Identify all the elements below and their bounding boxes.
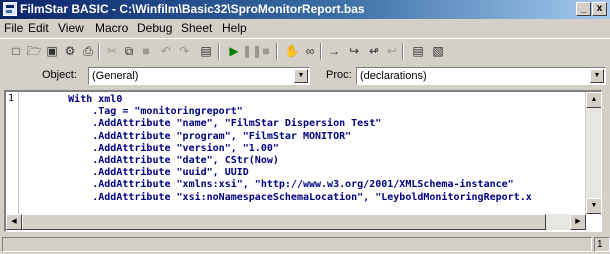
chevron-down-icon[interactable]: ▼ — [294, 69, 308, 83]
code-area[interactable]: With xml0 .Tag = "monitoringreport" .Add… — [20, 94, 585, 214]
proc-select[interactable]: (declarations) ▼ — [356, 67, 606, 85]
proc-value: (declarations) — [360, 70, 427, 82]
scroll-left-icon[interactable]: ◀ — [6, 214, 22, 230]
undo-icon[interactable]: ↶ — [158, 43, 174, 59]
scroll-up-icon[interactable]: ▲ — [586, 92, 601, 108]
scroll-right-icon[interactable]: ▶ — [570, 214, 586, 230]
status-message — [2, 237, 592, 252]
open-folder-icon[interactable]: 🗁 — [26, 43, 42, 59]
app-window: FilmStar BASIC - C:\Winfilm\Basic32\Spro… — [0, 0, 610, 254]
code-line[interactable]: .AddAttribute "xmlns:xsi", "http://www.w… — [20, 179, 585, 191]
code-line[interactable]: .AddAttribute "uuid", UUID — [20, 167, 585, 179]
dialog-editor-icon[interactable]: ▤ — [198, 43, 214, 59]
copy-icon[interactable]: ⧉ — [121, 43, 137, 59]
menu-bar: File Edit View Macro Debug Sheet Help — [0, 19, 610, 37]
code-line[interactable]: .AddAttribute "program", "FilmStar MONIT… — [20, 131, 585, 143]
chevron-down-icon[interactable]: ▼ — [590, 69, 604, 83]
run-icon[interactable]: ⚙ — [62, 43, 78, 59]
pause-icon[interactable]: ❚❚ — [242, 43, 262, 59]
horizontal-scroll-thumb[interactable] — [22, 214, 546, 230]
toggle-breakpoint-icon[interactable]: ✋ — [284, 43, 300, 59]
step-into-icon[interactable]: → — [326, 43, 342, 59]
vertical-scrollbar[interactable]: ▲ ▼ — [585, 92, 601, 214]
toolbar-separator — [320, 43, 322, 60]
code-line[interactable]: .AddAttribute "date", CStr(Now) — [20, 155, 585, 167]
menu-help[interactable]: Help — [222, 21, 247, 35]
code-line[interactable]: .AddAttribute "xsi:noNamespaceSchemaLoca… — [20, 192, 585, 204]
status-line-indicator: 1 — [594, 237, 610, 252]
toolbar: □ 🗁 ▣ ⚙ ⎙ ✂ ⧉ ■ ↶ ↷ ▤ ▶ ❚❚ ■ ✋ ∞ → ↪ ↫ ↩… — [0, 38, 610, 64]
title-bar: FilmStar BASIC - C:\Winfilm\Basic32\Spro… — [0, 0, 610, 19]
properties-icon[interactable]: ▧ — [430, 43, 446, 59]
toolbar-separator — [218, 43, 220, 60]
code-editor[interactable]: 1 With xml0 .Tag = "monitoringreport" .A… — [4, 90, 602, 232]
menu-macro[interactable]: Macro — [95, 21, 128, 35]
line-number: 1 — [8, 93, 15, 104]
toolbar-separator — [98, 43, 100, 60]
paste-icon[interactable]: ■ — [138, 43, 154, 59]
line-gutter: 1 — [6, 92, 19, 214]
code-line[interactable]: .AddAttribute "name", "FilmStar Dispersi… — [20, 118, 585, 130]
redo-icon[interactable]: ↷ — [176, 43, 192, 59]
app-icon[interactable] — [3, 2, 17, 16]
quick-watch-icon[interactable]: ∞ — [302, 43, 318, 59]
start-icon[interactable]: ▶ — [226, 43, 242, 59]
menu-edit[interactable]: Edit — [28, 21, 49, 35]
menu-view[interactable]: View — [58, 21, 84, 35]
save-icon[interactable]: ▣ — [44, 43, 60, 59]
selector-row: Object: (General) ▼ Proc: (declarations)… — [0, 66, 610, 88]
print-icon[interactable]: ⎙ — [80, 43, 96, 59]
immediate-window-icon[interactable]: ↩ — [384, 43, 400, 59]
stop-icon[interactable]: ■ — [258, 43, 274, 59]
proc-label: Proc: — [326, 69, 352, 81]
object-select[interactable]: (General) ▼ — [88, 67, 310, 85]
step-out-icon[interactable]: ↫ — [366, 43, 382, 59]
object-value: (General) — [92, 70, 139, 82]
window-icon[interactable]: ▤ — [410, 43, 426, 59]
toolbar-separator — [402, 43, 404, 60]
horizontal-scrollbar[interactable]: ◀ ▶ — [6, 214, 586, 230]
code-line[interactable]: With xml0 — [20, 94, 585, 106]
step-over-icon[interactable]: ↪ — [346, 43, 362, 59]
menu-file[interactable]: File — [4, 21, 23, 35]
status-bar: 1 — [0, 234, 610, 254]
code-line[interactable]: .Tag = "monitoringreport" — [20, 106, 585, 118]
menu-sheet[interactable]: Sheet — [181, 21, 212, 35]
cut-icon[interactable]: ✂ — [104, 43, 120, 59]
close-button[interactable]: x — [592, 2, 607, 16]
code-line[interactable]: .AddAttribute "version", "1.00" — [20, 143, 585, 155]
scroll-down-icon[interactable]: ▼ — [586, 198, 601, 214]
object-label: Object: — [42, 69, 77, 81]
window-title: FilmStar BASIC - C:\Winfilm\Basic32\Spro… — [20, 2, 365, 16]
new-file-icon[interactable]: □ — [8, 43, 24, 59]
menu-debug[interactable]: Debug — [137, 21, 172, 35]
minimize-button[interactable]: _ — [576, 2, 591, 16]
toolbar-separator — [276, 43, 278, 60]
